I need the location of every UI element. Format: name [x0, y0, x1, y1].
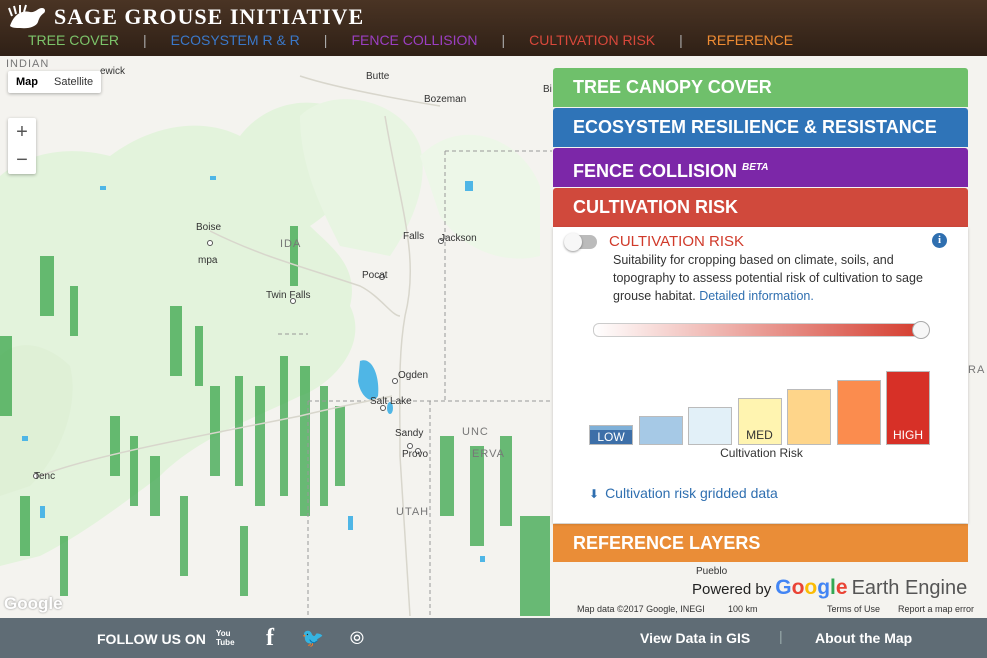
map-label: Bi — [543, 84, 552, 95]
accordion-ecosystem-resilience[interactable]: ECOSYSTEM RESILIENCE & RESISTANCE — [553, 108, 968, 147]
top-nav: TREE COVER | ECOSYSTEM R & R | FENCE COL… — [28, 32, 793, 48]
youtube-icon[interactable]: You Tube — [216, 624, 240, 652]
risk-legend: LOW MED HIGH — [589, 367, 934, 445]
google-watermark: Google — [4, 594, 63, 613]
map-label: Provo — [402, 449, 429, 460]
legend-bar: LOW — [589, 425, 633, 445]
accordion-cultivation-risk[interactable]: CULTIVATION RISK — [553, 188, 968, 227]
download-label: Cultivation risk gridded data — [605, 485, 778, 501]
youtube-label: You Tube — [216, 629, 235, 647]
legend-bar-label: MED — [746, 428, 773, 442]
info-icon[interactable]: i — [932, 233, 947, 248]
zoom-in-button[interactable]: + — [8, 118, 36, 146]
header: SAGE GROUSE INITIATIVE TREE COVER | ECOS… — [0, 0, 987, 56]
map-label: ERVA — [472, 448, 505, 460]
cultivation-risk-body: CULTIVATION RISK i Suitability for cropp… — [553, 227, 968, 523]
map-label: Butte — [366, 71, 390, 82]
sage-grouse-logo-icon — [8, 4, 46, 29]
facebook-icon[interactable]: f — [260, 624, 280, 652]
footer: FOLLOW US ON You Tube f 🐦 ⦾ View Data in… — [0, 618, 987, 658]
map-label: Sandy — [395, 428, 424, 439]
app-title: SAGE GROUSE INITIATIVE — [54, 4, 365, 29]
powered-by-label: Powered by — [692, 581, 772, 598]
map-label: Boise — [196, 222, 222, 233]
map-attribution: Map data ©2017 Google, INEGI — [577, 604, 705, 614]
map-label: ewick — [100, 66, 126, 77]
toggle-knob — [564, 233, 582, 251]
nav-separator: | — [323, 32, 328, 48]
nav-separator: | — [143, 32, 147, 48]
nav-separator: | — [501, 32, 506, 48]
legend-bar — [787, 389, 831, 445]
nav-separator: | — [679, 32, 683, 48]
legend-bar — [688, 407, 732, 445]
layer-title: CULTIVATION RISK — [609, 233, 745, 250]
map-label: Falls — [403, 231, 425, 242]
layer-panel: TREE CANOPY COVER ECOSYSTEM RESILIENCE &… — [553, 68, 968, 562]
beta-badge: BETA — [742, 162, 769, 173]
view-data-in-gis-link[interactable]: View Data in GIS — [640, 630, 750, 646]
logo[interactable]: SAGE GROUSE INITIATIVE — [8, 4, 364, 30]
map-type-satellite-button[interactable]: Satellite — [46, 71, 101, 93]
about-the-map-link[interactable]: About the Map — [815, 630, 912, 646]
report-map-error-link[interactable]: Report a map error — [898, 604, 974, 614]
nav-cultivation-risk[interactable]: CULTIVATION RISK — [529, 32, 655, 48]
map-label: UTAH — [396, 506, 430, 518]
legend-bar — [836, 380, 881, 445]
nav-tree-cover[interactable]: TREE COVER — [28, 32, 119, 48]
earth-engine-label: Earth Engine — [851, 577, 968, 599]
legend-x-label: Cultivation Risk — [720, 446, 803, 460]
map-label: UNC — [462, 426, 489, 438]
layer-description: Suitability for cropping based on climat… — [613, 251, 953, 305]
nav-ecosystem[interactable]: ECOSYSTEM R & R — [171, 32, 300, 48]
footer-separator: | — [779, 628, 783, 644]
map-label: Ogden — [398, 370, 429, 381]
map-type-control: Map Satellite — [8, 71, 102, 93]
download-gridded-data-link[interactable]: ⬇ Cultivation risk gridded data — [589, 485, 778, 501]
terms-of-use-link[interactable]: Terms of Use — [827, 604, 880, 614]
nav-reference[interactable]: REFERENCE — [707, 32, 793, 48]
map-label: Bozeman — [424, 94, 467, 105]
map-label: mpa — [198, 255, 218, 266]
powered-by-earth-engine[interactable]: Powered by Google Earth Engine — [692, 576, 967, 600]
nav-fence-collision[interactable]: FENCE COLLISION — [351, 32, 477, 48]
map-scale[interactable]: 100 km — [728, 604, 758, 614]
map-label: Salt Lake — [370, 396, 412, 407]
zoom-out-button[interactable]: − — [8, 146, 36, 174]
map-label: IDA — [280, 238, 302, 250]
legend-bar: MED — [737, 398, 782, 445]
legend-bar: HIGH — [886, 371, 930, 445]
opacity-slider[interactable] — [593, 321, 930, 339]
rss-icon[interactable]: ⦾ — [346, 624, 368, 652]
map-label: Pocat — [362, 270, 388, 281]
follow-us-label: FOLLOW US ON — [97, 631, 206, 647]
legend-bar-label: LOW — [590, 430, 632, 444]
map-label: INDIAN — [6, 58, 50, 70]
map-type-map-button[interactable]: Map — [8, 71, 46, 93]
legend-bar — [638, 416, 683, 445]
legend-bar-label: HIGH — [893, 428, 923, 442]
accordion-tree-canopy-cover[interactable]: TREE CANOPY COVER — [553, 68, 968, 107]
slider-handle[interactable] — [912, 321, 930, 339]
map-label: Tenc — [34, 471, 56, 482]
detailed-information-link[interactable]: Detailed information. — [699, 289, 814, 303]
accordion-label: FENCE COLLISION — [573, 161, 738, 181]
map-label: Jackson — [440, 233, 477, 244]
twitter-icon[interactable]: 🐦 — [300, 624, 326, 652]
map-label: Twin Falls — [266, 290, 311, 301]
download-icon: ⬇ — [589, 487, 600, 501]
google-logo: Google — [775, 576, 848, 599]
accordion-fence-collision[interactable]: FENCE COLLISION BETA — [553, 148, 968, 187]
zoom-control: + − — [8, 118, 36, 174]
layer-toggle[interactable] — [564, 233, 597, 251]
map-label: RA — [968, 364, 986, 376]
accordion-reference-layers[interactable]: REFERENCE LAYERS — [553, 524, 968, 562]
